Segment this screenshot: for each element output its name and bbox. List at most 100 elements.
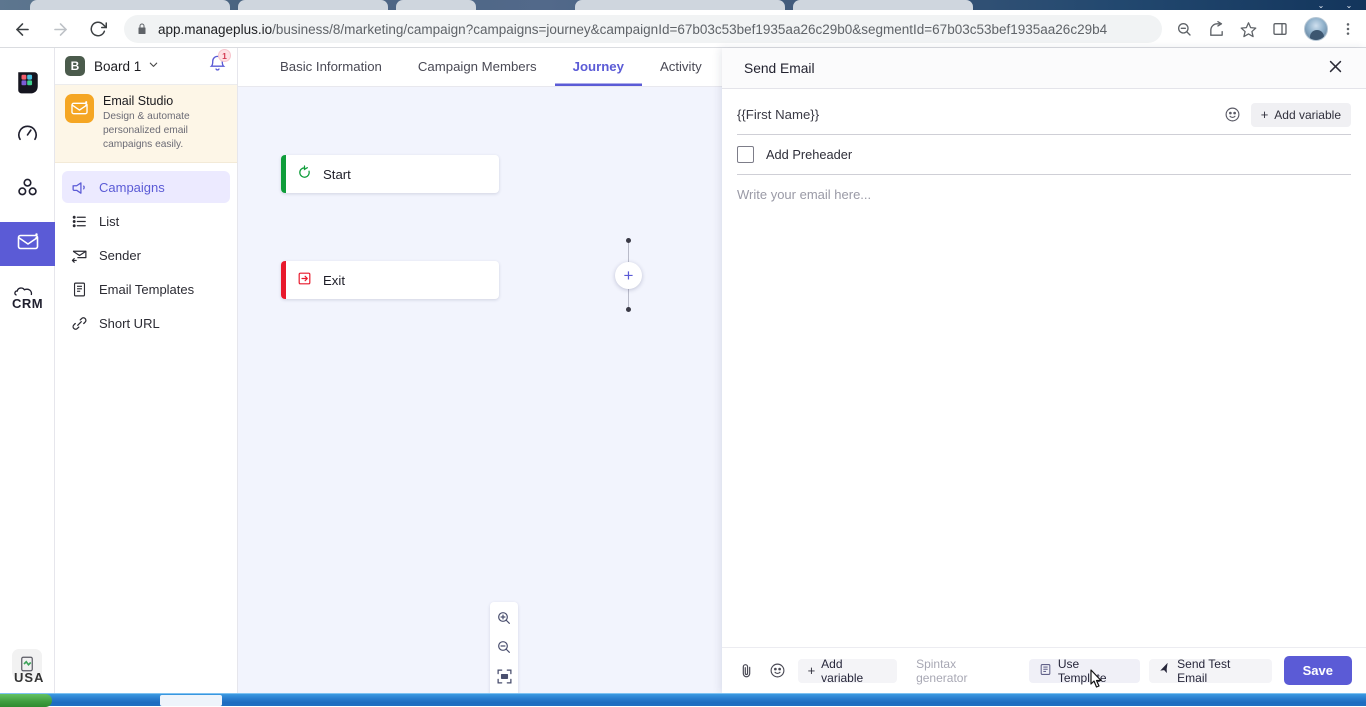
add-step-button[interactable]: + (615, 262, 642, 289)
board-name: Board 1 (94, 58, 142, 74)
share-icon[interactable] (1202, 15, 1230, 43)
email-studio-card[interactable]: Email Studio Design & automate personali… (55, 85, 237, 164)
sidebar-item-label: List (99, 213, 120, 229)
sidebar-item-crm[interactable]: CRM (0, 276, 55, 320)
bell-icon[interactable]: 1 (208, 49, 231, 78)
list-icon (71, 213, 88, 230)
chevron-down-icon[interactable] (148, 59, 159, 73)
url-path: /business/8/marketing/campaign?campaigns… (272, 21, 1108, 37)
flow-node-label: Start (323, 166, 351, 182)
paperclip-icon[interactable] (736, 660, 758, 682)
application-root: CRM USA B Board 1 1 Email Studio Design … (0, 48, 1366, 693)
emoji-smiley-icon[interactable] (767, 660, 789, 682)
three-dot-menu-icon[interactable] (1334, 15, 1362, 43)
reload-icon[interactable] (82, 13, 114, 45)
fit-screen-icon (496, 668, 513, 690)
icon-rail: CRM USA (0, 48, 55, 693)
zoom-out-icon[interactable] (1170, 15, 1198, 43)
locale-label: USA (14, 670, 45, 684)
close-icon[interactable] (1327, 58, 1344, 78)
panel-footer-toolbar: + Add variable Spintax generator Use Tem… (722, 647, 1366, 693)
address-bar-url: app.manageplus.io/business/8/marketing/c… (158, 22, 1107, 37)
tab-activity[interactable]: Activity (642, 48, 720, 86)
panel-title: Send Email (744, 60, 815, 76)
crm-label: CRM (11, 295, 44, 311)
tab-journey[interactable]: Journey (555, 48, 642, 86)
emoji-smiley-icon[interactable] (1223, 105, 1243, 125)
use-template-button[interactable]: Use Template (1028, 657, 1141, 685)
magnifier-minus-icon (496, 639, 512, 660)
magnifier-plus-icon (496, 610, 512, 631)
browser-tab[interactable] (30, 0, 230, 10)
send-test-email-button[interactable]: Send Test Email (1149, 657, 1272, 685)
browser-tab[interactable] (575, 0, 785, 10)
zoom-in-button[interactable] (490, 606, 518, 635)
board-badge: B (65, 56, 85, 76)
sidebar-item-label: Sender (99, 247, 141, 263)
profile-avatar[interactable] (1304, 17, 1328, 41)
panel-header: Send Email (722, 48, 1366, 89)
sidebar-item-short-url[interactable]: Short URL (62, 307, 230, 339)
start-circle-arrow-icon (297, 165, 312, 183)
mouse-cursor (1086, 668, 1108, 701)
sidebar-item-email-studio[interactable] (0, 222, 55, 266)
speedometer-icon (16, 122, 39, 150)
browser-toolbar: app.manageplus.io/business/8/marketing/c… (0, 10, 1366, 48)
board-header[interactable]: B Board 1 1 (55, 48, 237, 85)
exit-arrow-icon (297, 271, 312, 289)
subject-row[interactable]: {{First Name}} + Add variable (737, 95, 1351, 135)
save-button[interactable]: Save (1283, 656, 1352, 685)
crm-cloud-icon: CRM (12, 286, 43, 311)
sidebar-item-sender[interactable]: Sender (62, 239, 230, 271)
browser-tab[interactable] (238, 0, 388, 10)
back-arrow-icon[interactable] (6, 13, 38, 45)
add-variable-label: Add variable (1274, 107, 1341, 122)
add-preheader-label: Add Preheader (766, 147, 853, 162)
sidebar-item-email-templates[interactable]: Email Templates (62, 273, 230, 305)
add-variable-button[interactable]: + Add variable (1250, 102, 1351, 127)
send-email-panel: Send Email {{First Name}} + Add variable (722, 48, 1366, 693)
add-preheader-checkbox[interactable] (737, 146, 754, 163)
side-panel-icon[interactable] (1266, 15, 1294, 43)
template-document-icon (71, 281, 88, 298)
lock-icon (136, 23, 148, 35)
star-icon[interactable] (1234, 15, 1262, 43)
spintax-generator-button[interactable]: Spintax generator (906, 657, 1020, 685)
sidebar-item-contacts[interactable] (0, 168, 55, 212)
address-bar[interactable]: app.manageplus.io/business/8/marketing/c… (124, 15, 1162, 43)
fit-to-screen-button[interactable] (490, 664, 518, 693)
paper-plane-icon (1159, 662, 1171, 678)
add-variable-label: Add variable (821, 656, 864, 685)
browser-tab[interactable] (793, 0, 973, 10)
zoom-out-button[interactable] (490, 635, 518, 664)
people-group-icon (16, 176, 39, 204)
browser-tab[interactable] (396, 0, 476, 10)
window-maximize-button[interactable]: ⌄ (1338, 1, 1360, 10)
flow-node-exit[interactable]: Exit (281, 261, 499, 299)
sidebar-item-label: Short URL (99, 315, 160, 331)
sidebar-item-list[interactable]: List (62, 205, 230, 237)
plus-icon: + (1260, 107, 1269, 122)
os-taskbar[interactable] (0, 693, 1366, 707)
taskbar-window-item[interactable] (160, 695, 222, 706)
grid-logo-icon[interactable] (0, 60, 55, 104)
flow-node-start[interactable]: Start (281, 155, 499, 193)
tab-basic-information[interactable]: Basic Information (262, 48, 400, 86)
sidebar-item-label: Email Templates (99, 281, 195, 297)
email-body-editor[interactable]: Write your email here... (737, 187, 1351, 647)
footer-right-actions: Send Test Email Save (1149, 656, 1352, 685)
sidebar-item-campaigns[interactable]: Campaigns (62, 171, 230, 204)
browser-tab-strip[interactable]: ⌄ ⌄ (0, 0, 1366, 10)
forward-arrow-icon[interactable] (44, 13, 76, 45)
window-minimize-button[interactable]: ⌄ (1310, 1, 1332, 10)
locale-badge[interactable]: USA (12, 649, 46, 684)
canvas-zoom-controls (490, 602, 518, 693)
sidebar-item-dashboard[interactable] (0, 114, 55, 158)
url-host: app.manageplus.io (158, 21, 273, 37)
tab-campaign-members[interactable]: Campaign Members (400, 48, 555, 86)
subject-input[interactable]: {{First Name}} (737, 107, 819, 122)
start-button[interactable] (0, 694, 52, 707)
preheader-row[interactable]: Add Preheader (737, 135, 1351, 175)
template-icon (1039, 663, 1052, 679)
footer-add-variable-button[interactable]: + Add variable (797, 656, 898, 685)
